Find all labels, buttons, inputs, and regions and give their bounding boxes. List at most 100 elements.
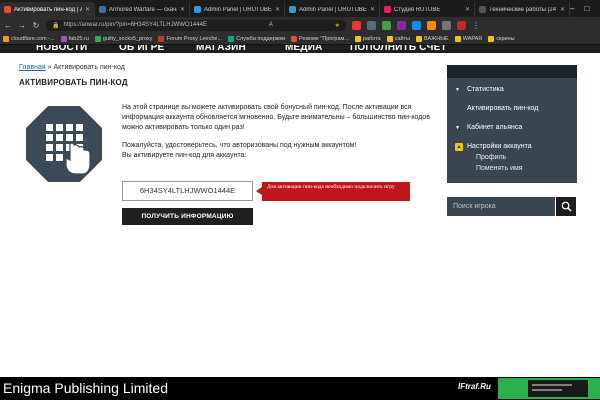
- tab-list: Активировать пин-код | A ✕ Armored Warfare…: [0, 2, 570, 17]
- bookmark-favicon-icon: [94, 35, 101, 42]
- bookmark-item[interactable]: fab25.ru: [60, 35, 89, 42]
- extension-icon[interactable]: [442, 20, 451, 30]
- bookmark-label: cloudflare.com -...: [11, 35, 55, 42]
- tab-favicon-icon: [194, 6, 201, 13]
- bookmark-item[interactable]: WAPAR: [454, 35, 483, 42]
- bookmark-label: Служба поддержки: [236, 35, 286, 42]
- account-sidebar: ▼ Статистика Активировать пин-код ▼ Каби…: [447, 65, 577, 183]
- translate-icon[interactable]: A: [269, 22, 273, 28]
- tab-favicon-icon: [289, 6, 296, 13]
- site-nav-item[interactable]: ОБ ИГРЕ: [119, 45, 164, 53]
- tab-close-icon[interactable]: ✕: [560, 6, 565, 13]
- sidebar-subitem-change-name[interactable]: Поменять имя: [476, 165, 523, 172]
- bookmark-favicon-icon: [291, 35, 298, 42]
- bookmark-item[interactable]: работа: [354, 35, 381, 42]
- caret-up-icon: ▲: [455, 143, 463, 151]
- reload-icon[interactable]: ↻: [32, 21, 40, 30]
- tab-close-icon[interactable]: ✕: [370, 6, 375, 13]
- auth-warning: Пожалуйста, удостоверьтесь, что авторизо…: [122, 142, 357, 149]
- ad-banner-line: [532, 384, 572, 386]
- site-nav-item[interactable]: МАГАЗИН: [196, 45, 246, 53]
- bookmark-label: Forum Proxy Leeche...: [166, 35, 223, 42]
- bookmark-item[interactable]: сайты: [386, 35, 410, 42]
- pin-code-input[interactable]: 6H34SY4LTLHJWWO1444E: [122, 181, 253, 201]
- player-search-input[interactable]: Поиск игрока: [447, 197, 555, 216]
- sidebar-item-settings[interactable]: Настройки аккаунта: [467, 143, 532, 150]
- folder-icon: [386, 35, 393, 42]
- browser-tab[interactable]: Студия RUTUBE ✕: [380, 2, 475, 17]
- tab-close-icon[interactable]: ✕: [275, 6, 280, 13]
- url-text: https://anwar.ru/pin/?pin=6H34SY4LTLHJWW…: [63, 22, 207, 28]
- tab-title: Студия RUTUBE: [394, 6, 441, 13]
- back-icon[interactable]: ←: [4, 21, 12, 30]
- maximize-icon[interactable]: □: [584, 4, 589, 13]
- breadcrumb-current: Активировать пин-код: [53, 64, 125, 71]
- browser-tab[interactable]: Admin Panel | URUTUBE G ✕: [285, 2, 380, 17]
- url-field[interactable]: 🔒 https://anwar.ru/pin/?pin=6H34SY4LTLHJ…: [46, 19, 346, 31]
- sidebar-subitem-profile[interactable]: Профиль: [476, 154, 506, 161]
- account-note: Вы активируете пин-код для аккаунта:: [122, 152, 247, 159]
- error-tooltip: Для активации пин-кода необходимо подклю…: [256, 182, 410, 201]
- window-controls: – □ ✕: [570, 0, 600, 17]
- bookmark-label: WAPAR: [462, 35, 483, 42]
- get-info-button[interactable]: ПОЛУЧИТЬ ИНФОРМАЦИЮ: [122, 208, 253, 225]
- caret-down-icon: ▼: [455, 87, 460, 93]
- tab-close-icon[interactable]: ✕: [465, 6, 470, 13]
- page-description: На этой странице вы можете активировать …: [122, 103, 432, 169]
- bookmark-favicon-icon: [3, 35, 9, 42]
- bookmarks-bar: cloudflare.com -... fab25.ru guilty_socks5…: [0, 33, 600, 45]
- tab-title: Admin Panel | URUTUBE G: [299, 6, 367, 13]
- breadcrumb-home-link[interactable]: Главная: [19, 64, 46, 71]
- sidebar-item-activate-pin[interactable]: Активировать пин-код: [467, 105, 538, 112]
- site-nav-item[interactable]: МЕДИА: [285, 45, 323, 53]
- browser-tab[interactable]: Armored Warfare — скача ✕: [95, 2, 190, 17]
- tab-favicon-icon: [4, 6, 11, 13]
- tab-close-icon[interactable]: ✕: [180, 6, 185, 13]
- bookmark-item[interactable]: cloudflare.com -...: [3, 35, 55, 42]
- bookmark-label: Резюме "Програм...: [299, 35, 349, 42]
- extension-icon[interactable]: [412, 20, 421, 30]
- tab-title: Armored Warfare — скача: [109, 6, 177, 13]
- menu-icon[interactable]: ⋮: [472, 21, 480, 30]
- site-nav-item[interactable]: НОВОСТИ: [36, 45, 87, 53]
- minimize-icon[interactable]: –: [570, 4, 574, 13]
- breadcrumb: Главная » Активировать пин-код: [19, 64, 125, 71]
- browser-tab[interactable]: Активировать пин-код | A ✕: [0, 2, 95, 17]
- forward-icon[interactable]: →: [18, 21, 26, 30]
- tab-favicon-icon: [479, 6, 486, 13]
- bookmark-item[interactable]: ВАЖНЫЕ: [415, 35, 449, 42]
- bookmark-label: fab25.ru: [68, 35, 89, 42]
- sidebar-item-statistics[interactable]: Статистика: [467, 86, 504, 93]
- extension-icon[interactable]: [397, 20, 406, 30]
- search-icon: [561, 201, 572, 212]
- ad-logo[interactable]: IFtraf.Ru: [458, 382, 491, 391]
- bookmark-item[interactable]: Резюме "Програм...: [291, 35, 349, 42]
- folder-icon: [488, 35, 495, 42]
- tab-title: Активировать пин-код | A: [14, 6, 82, 13]
- tab-close-icon[interactable]: ✕: [85, 6, 90, 13]
- extension-icon[interactable]: [427, 20, 436, 30]
- site-nav-item[interactable]: ПОПОЛНИТЬ СЧЕТ: [350, 45, 447, 53]
- bookmark-star-icon[interactable]: ★: [335, 22, 340, 29]
- site-navigation: НОВОСТИ ОБ ИГРЕ МАГАЗИН МЕДИА ПОПОЛНИТЬ СЧЕТ: [0, 45, 600, 53]
- extension-icon[interactable]: [367, 20, 376, 30]
- lock-icon: 🔒: [52, 22, 60, 29]
- keypad-hand-icon: [26, 106, 102, 182]
- bookmark-label: сайты: [394, 35, 410, 42]
- bookmark-item[interactable]: скрины: [488, 35, 515, 42]
- address-bar-row: ← → ↻ 🔒 https://anwar.ru/pin/?pin=6H34SY…: [0, 17, 600, 33]
- extension-icon[interactable]: [457, 20, 466, 30]
- browser-tab[interactable]: Admin Panel | URUTUBE G ✕: [190, 2, 285, 17]
- extension-icon[interactable]: [352, 20, 361, 30]
- folder-icon: [454, 35, 461, 42]
- browser-tab[interactable]: Технические работы [24 ✕: [475, 2, 570, 17]
- sidebar-item-alliance[interactable]: Кабинет альянса: [467, 124, 522, 131]
- bookmark-item[interactable]: guilty_socks5_proxy: [94, 35, 152, 42]
- tab-favicon-icon: [99, 6, 106, 13]
- bookmark-item[interactable]: Служба поддержки: [228, 35, 286, 42]
- bookmark-item[interactable]: Forum Proxy Leeche...: [158, 35, 223, 42]
- extension-icon[interactable]: [382, 20, 391, 30]
- ad-banner-line: [532, 389, 562, 391]
- search-button[interactable]: [556, 197, 576, 216]
- ad-banner[interactable]: [498, 378, 600, 399]
